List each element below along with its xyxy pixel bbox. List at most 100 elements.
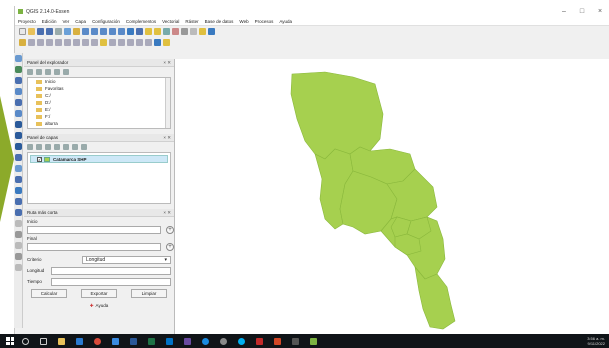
open-project-icon[interactable] bbox=[28, 28, 35, 35]
department-polygon-south[interactable] bbox=[414, 265, 456, 330]
filter-icon[interactable] bbox=[45, 68, 51, 75]
layer-catamarca[interactable]: ✓ Catamarca SHP bbox=[30, 155, 168, 163]
menu-ver[interactable]: Ver bbox=[63, 19, 70, 24]
clear-button[interactable]: Limpiar bbox=[131, 289, 167, 298]
help-button[interactable]: ✚ Ayuda bbox=[79, 301, 119, 310]
new-spatialite-layer-icon[interactable] bbox=[14, 176, 22, 183]
add-spatialite-icon[interactable] bbox=[14, 88, 22, 95]
label-show-icon[interactable] bbox=[145, 39, 152, 46]
label-icon[interactable] bbox=[100, 39, 107, 46]
skype-icon[interactable] bbox=[238, 337, 245, 345]
end-point-input[interactable] bbox=[27, 243, 161, 251]
zoom-in-icon[interactable] bbox=[82, 28, 89, 35]
attribute-table-icon[interactable] bbox=[163, 28, 170, 35]
file-explorer-icon[interactable] bbox=[58, 337, 65, 345]
browser-item[interactable]: alturra bbox=[28, 120, 170, 127]
powerpoint-icon[interactable] bbox=[274, 337, 281, 345]
pan-to-selection-icon[interactable] bbox=[73, 28, 80, 35]
label-pin-icon[interactable] bbox=[109, 39, 116, 46]
new-project-icon[interactable] bbox=[19, 28, 26, 35]
browser-item[interactable]: C:/ bbox=[28, 92, 170, 99]
add-group-icon[interactable] bbox=[36, 143, 42, 150]
minimize-button[interactable]: – bbox=[555, 8, 573, 15]
menu-complementos[interactable]: Complementos bbox=[126, 19, 156, 24]
diagram-icon[interactable] bbox=[154, 39, 161, 46]
menu-vectorial[interactable]: Vectorial bbox=[162, 19, 179, 24]
edge-icon[interactable] bbox=[202, 337, 209, 345]
properties-icon[interactable] bbox=[63, 68, 69, 75]
layers-tree[interactable]: ✓ Catamarca SHP bbox=[27, 152, 171, 204]
paste-icon[interactable] bbox=[91, 39, 98, 46]
copy-icon[interactable] bbox=[82, 39, 89, 46]
department-polygon-north[interactable] bbox=[290, 71, 384, 160]
annotation-icon[interactable] bbox=[199, 28, 206, 35]
georeferencer-icon[interactable] bbox=[14, 242, 22, 249]
node-tool-icon[interactable] bbox=[55, 39, 62, 46]
add-selected-layers-icon[interactable] bbox=[27, 68, 33, 75]
filter-legend-icon[interactable] bbox=[54, 143, 60, 150]
browser-item[interactable]: D:/ bbox=[28, 99, 170, 106]
expand-all-icon[interactable] bbox=[63, 143, 69, 150]
collapse-all-icon[interactable] bbox=[54, 68, 60, 75]
menu-web[interactable]: Web bbox=[239, 19, 248, 24]
close-window-button[interactable]: × bbox=[591, 8, 609, 15]
capture-end-point-button[interactable]: + bbox=[166, 243, 174, 251]
remove-layer-icon[interactable] bbox=[81, 143, 87, 150]
edit-pencil-icon[interactable] bbox=[19, 39, 26, 46]
save-as-icon[interactable] bbox=[46, 28, 53, 35]
zoom-last-icon[interactable] bbox=[118, 28, 125, 35]
browser-scrollbar[interactable] bbox=[165, 78, 170, 128]
toggle-editing-icon[interactable] bbox=[28, 39, 35, 46]
add-wms-icon[interactable] bbox=[14, 121, 22, 128]
menu-configuracion[interactable]: Configuración bbox=[92, 19, 120, 24]
windows-start-button[interactable] bbox=[6, 337, 14, 345]
add-feature-icon[interactable] bbox=[37, 39, 44, 46]
layer-visibility-checkbox[interactable]: ✓ bbox=[37, 156, 42, 162]
save-project-icon[interactable] bbox=[37, 28, 44, 35]
add-raster-layer-icon[interactable] bbox=[14, 66, 22, 73]
excel-icon[interactable] bbox=[148, 337, 155, 345]
add-vector-layer-icon[interactable] bbox=[14, 55, 22, 62]
layer-style-icon[interactable] bbox=[27, 143, 33, 150]
browser-item[interactable]: E:/ bbox=[28, 106, 170, 113]
browser-tree[interactable]: Inicio Favoritas C:/ D:/ E:/ F:/ alturra bbox=[27, 77, 171, 129]
add-oracle-icon[interactable] bbox=[14, 110, 22, 117]
measure-icon[interactable] bbox=[190, 28, 197, 35]
new-shapefile-icon[interactable] bbox=[14, 165, 22, 172]
close-layers-panel-button[interactable]: × ✕ bbox=[163, 135, 171, 141]
menu-base-de-datos[interactable]: Base de datos bbox=[205, 19, 234, 24]
menu-edicion[interactable]: Edición bbox=[42, 19, 57, 24]
app-icon[interactable] bbox=[292, 337, 299, 345]
menu-raster[interactable]: Ráster bbox=[185, 19, 198, 24]
store-icon[interactable] bbox=[76, 337, 83, 345]
move-feature-icon[interactable] bbox=[46, 39, 53, 46]
digitize-icon[interactable] bbox=[14, 220, 22, 227]
photos-icon[interactable] bbox=[184, 337, 191, 345]
delete-selected-icon[interactable] bbox=[64, 39, 71, 46]
word-icon[interactable] bbox=[130, 337, 137, 345]
statistics-icon[interactable] bbox=[181, 28, 188, 35]
outlook-icon[interactable] bbox=[166, 337, 173, 345]
add-postgis-icon[interactable] bbox=[14, 77, 22, 84]
search-icon[interactable] bbox=[22, 337, 29, 345]
label-move-icon[interactable] bbox=[118, 39, 125, 46]
identify-icon[interactable] bbox=[136, 28, 143, 35]
manage-visibility-icon[interactable] bbox=[45, 143, 51, 150]
refresh-browser-icon[interactable] bbox=[36, 68, 42, 75]
zoom-out-icon[interactable] bbox=[91, 28, 98, 35]
zoom-full-icon[interactable] bbox=[100, 28, 107, 35]
close-browser-panel-button[interactable]: × ✕ bbox=[163, 60, 171, 66]
menu-proyecto[interactable]: Proyecto bbox=[18, 19, 36, 24]
map-canvas[interactable] bbox=[174, 59, 609, 334]
browser-item[interactable]: Favoritas bbox=[28, 85, 170, 92]
settings-icon[interactable] bbox=[220, 337, 227, 345]
label-rotate-icon[interactable] bbox=[127, 39, 134, 46]
close-shortest-path-button[interactable]: × ✕ bbox=[163, 210, 171, 216]
menu-ayuda[interactable]: Ayuda bbox=[279, 19, 292, 24]
new-gpx-icon[interactable] bbox=[14, 198, 22, 205]
pan-icon[interactable] bbox=[64, 28, 71, 35]
acrobat-icon[interactable] bbox=[256, 337, 263, 345]
start-point-input[interactable] bbox=[27, 226, 161, 234]
capture-start-point-button[interactable]: + bbox=[166, 226, 174, 234]
add-mssql-icon[interactable] bbox=[14, 99, 22, 106]
